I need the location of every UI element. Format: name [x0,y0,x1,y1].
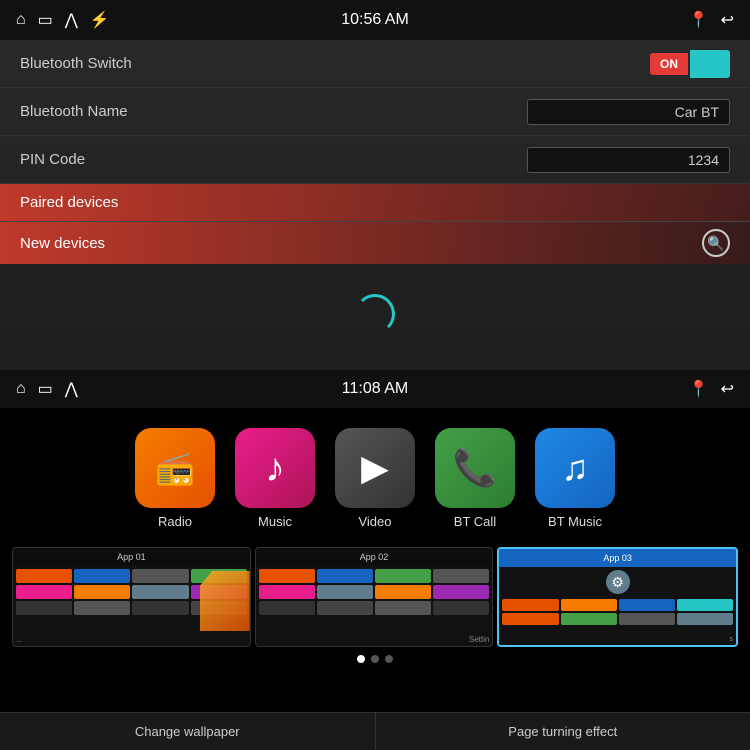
bottom-home-icon[interactable]: ⌂ [16,380,26,398]
dot-1[interactable] [357,655,365,663]
chevron-up-icon[interactable]: ⋀ [65,10,78,30]
apps-grid: 📻 Radio ♪ Music ▶ Video 📞 BT Call ♫ [0,408,750,539]
paired-devices-header: Paired devices [0,184,750,222]
app-music-label: Music [258,514,292,529]
bottom-status-icons-right: 📍 ↩ [689,379,734,399]
page-dots [0,647,750,667]
app-btcall[interactable]: 📞 BT Call [435,428,515,529]
bottom-bar: Change wallpaper Page turning effect [0,712,750,750]
top-status-bar: ⌂ ▭ ⋀ ⚡ 10:56 AM 📍 ↩ [0,0,750,40]
location-icon[interactable]: 📍 [689,10,709,30]
bottom-panel: ⌂ ▭ ⋀ 11:08 AM 📍 ↩ 📻 Radio ♪ Music ▶ [0,370,750,750]
thumb-app01-header: App 01 [13,548,250,566]
toggle-on-label[interactable]: ON [650,53,688,75]
dot-2[interactable] [371,655,379,663]
bluetooth-name-row: Bluetooth Name [0,88,750,136]
thumb-app02-header: App 02 [256,548,493,566]
app-radio-label: Radio [158,514,192,529]
new-devices-row[interactable]: New devices 🔍 [0,222,750,264]
thumb-app03-header: App 03 [499,549,736,567]
btmusic-icon[interactable]: ♫ [535,428,615,508]
bottom-status-bar: ⌂ ▭ ⋀ 11:08 AM 📍 ↩ [0,370,750,408]
search-icon[interactable]: 🔍 [702,229,730,257]
btcall-icon[interactable]: 📞 [435,428,515,508]
status-icons-right: 📍 ↩ [689,10,734,30]
top-time: 10:56 AM [341,11,409,29]
usb-icon[interactable]: ⚡ [90,10,110,30]
page-turning-effect-button[interactable]: Page turning effect [376,713,750,750]
bluetooth-switch-label: Bluetooth Switch [20,55,132,72]
app-btcall-label: BT Call [454,514,496,529]
screen-icon[interactable]: ▭ [38,10,53,30]
thumb-app02[interactable]: App 02 Settin [255,547,494,647]
bottom-location-icon[interactable]: 📍 [689,379,709,399]
thumb-app03[interactable]: App 03 ⚙ s [497,547,738,647]
radio-icon[interactable]: 📻 [135,428,215,508]
pin-code-input[interactable] [527,147,730,173]
app-btmusic-label: BT Music [548,514,602,529]
back-icon[interactable]: ↩ [721,10,734,30]
app-video[interactable]: ▶ Video [335,428,415,529]
pin-code-row: PIN Code [0,136,750,184]
bottom-screen-icon[interactable]: ▭ [38,379,53,399]
bluetooth-toggle[interactable]: ON [650,50,730,78]
home-icon[interactable]: ⌂ [16,11,26,29]
toggle-teal-indicator[interactable] [690,50,730,78]
loading-area [0,264,750,364]
loading-spinner [355,294,395,334]
bluetooth-name-label: Bluetooth Name [20,103,128,120]
bottom-status-icons-left: ⌂ ▭ ⋀ [16,379,78,399]
bluetooth-switch-row: Bluetooth Switch ON [0,40,750,88]
app-btmusic[interactable]: ♫ BT Music [535,428,615,529]
app-music[interactable]: ♪ Music [235,428,315,529]
dot-3[interactable] [385,655,393,663]
app-video-label: Video [358,514,391,529]
bluetooth-name-input[interactable] [527,99,730,125]
bottom-chevron-icon[interactable]: ⋀ [65,379,78,399]
bottom-time: 11:08 AM [342,380,408,398]
top-panel: ⌂ ▭ ⋀ ⚡ 10:56 AM 📍 ↩ Bluetooth Switch ON… [0,0,750,370]
music-icon[interactable]: ♪ [235,428,315,508]
bottom-back-icon[interactable]: ↩ [721,379,734,399]
pin-code-label: PIN Code [20,151,85,168]
change-wallpaper-button[interactable]: Change wallpaper [0,713,376,750]
new-devices-label: New devices [20,235,105,252]
paired-devices-label: Paired devices [20,194,118,211]
thumbnails-row: App 01 ... [0,539,750,647]
app-radio[interactable]: 📻 Radio [135,428,215,529]
thumb-app01[interactable]: App 01 ... [12,547,251,647]
status-icons-left: ⌂ ▭ ⋀ ⚡ [16,10,110,30]
video-icon[interactable]: ▶ [335,428,415,508]
